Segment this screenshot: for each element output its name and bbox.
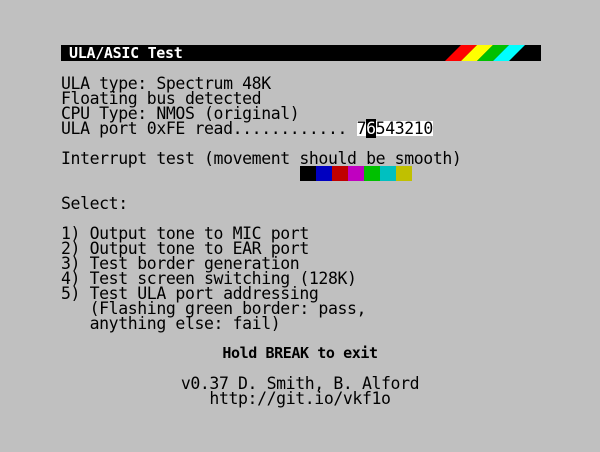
port-bit-7: 7 [356, 119, 367, 138]
spectrum-screen: ULA/ASIC Test ULA type: Spectrum 48K Flo… [0, 0, 600, 452]
port-bits-rest: 543210 [375, 119, 434, 138]
interrupt-swatch-4 [364, 166, 380, 181]
interrupt-swatch-1 [316, 166, 332, 181]
interrupt-swatch-6 [396, 166, 412, 181]
interrupt-swatch-3 [348, 166, 364, 181]
interrupt-test-text: Interrupt test (movement should be smoot… [61, 149, 462, 168]
select-label: Select: [61, 194, 128, 213]
page-title: ULA/ASIC Test [69, 45, 183, 61]
menu-item-port-addressing-note-2: anything else: fail) [61, 314, 281, 333]
ula-port-bits: 76543210 [356, 119, 434, 138]
rainbow-stripes-icon [445, 45, 525, 61]
title-bar: ULA/ASIC Test [61, 45, 541, 61]
interrupt-swatch-2 [332, 166, 348, 181]
exit-hint: Hold BREAK to exit [222, 344, 378, 362]
interrupt-swatch-0 [300, 166, 316, 181]
interrupt-swatch-5 [380, 166, 396, 181]
ula-port-read-row: ULA port 0xFE read............ 76543210 [61, 119, 434, 138]
port-bit-6: 6 [366, 119, 376, 138]
interrupt-color-swatches [300, 166, 412, 181]
ula-port-read-label: ULA port 0xFE read............ [61, 119, 348, 138]
credits-url: http://git.io/vkf1o [209, 389, 391, 408]
